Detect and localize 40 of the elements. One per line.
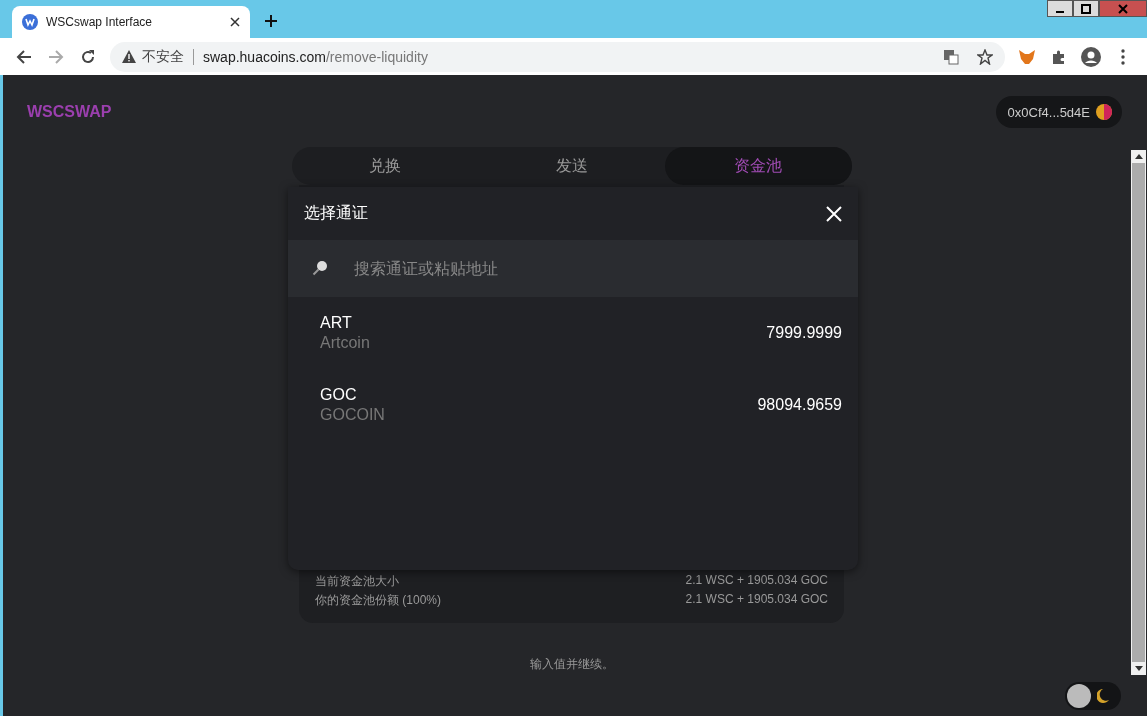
maximize-icon[interactable]: [1073, 0, 1099, 17]
token-symbol: GOC: [320, 386, 358, 404]
tab-title: WSCswap Interface: [46, 15, 154, 29]
nav-tab[interactable]: 兑换: [291, 147, 479, 185]
search-field[interactable]: 搜索通证或粘贴地址: [288, 240, 858, 297]
scroll-up-icon[interactable]: [1134, 154, 1143, 159]
site-logo-icon: [22, 14, 38, 30]
token-balance: 98094.9659: [757, 396, 842, 414]
pool-label: 你的资金池份额 (100%): [315, 592, 442, 609]
nav-tab[interactable]: 发送: [478, 147, 665, 185]
search-icon: [312, 260, 328, 276]
pool-value: 2.1 WSC + 1905.034 GOC: [685, 573, 828, 589]
close-icon[interactable]: [826, 205, 842, 222]
close-window-icon[interactable]: [1099, 0, 1147, 17]
moon-icon: [1097, 689, 1109, 703]
address-bar[interactable]: 不安全 swap.huacoins.com/remove-liquidity: [110, 41, 1005, 72]
close-tab-icon[interactable]: [230, 17, 240, 27]
nav-tab[interactable]: 资金池: [664, 147, 852, 185]
pool-value: 2.1 WSC + 1905.034 GOC: [685, 592, 828, 608]
warning-icon: [122, 50, 136, 63]
token-row[interactable]: GOC GOCOIN 98094.9659: [288, 369, 858, 441]
star-icon[interactable]: [977, 48, 993, 65]
url-text: swap.huacoins.com/remove-liquidity: [203, 48, 428, 65]
browser-tab[interactable]: WSCswap Interface: [12, 6, 250, 38]
minimize-icon[interactable]: [1047, 0, 1073, 17]
pool-label: 当前资金池大小: [315, 573, 399, 590]
token-name: Artcoin: [320, 334, 370, 352]
token-row[interactable]: ART Artcoin 7999.9999: [288, 297, 858, 369]
token-balance: 7999.9999: [766, 324, 842, 342]
wallet-avatar-icon: [1096, 104, 1112, 120]
token-symbol: ART: [320, 314, 353, 332]
new-tab-icon[interactable]: [264, 14, 278, 28]
translate-icon[interactable]: [943, 48, 959, 65]
security-label: 不安全: [142, 47, 184, 66]
scroll-down-icon[interactable]: [1134, 666, 1143, 671]
wallet-button[interactable]: 0x0Cf4...5d4E: [995, 96, 1122, 128]
hint-text: 输入值并继续。: [529, 656, 614, 673]
theme-toggle[interactable]: [1065, 682, 1121, 710]
dialog-title: 选择通证: [304, 203, 368, 223]
token-name: GOCOIN: [320, 406, 385, 424]
